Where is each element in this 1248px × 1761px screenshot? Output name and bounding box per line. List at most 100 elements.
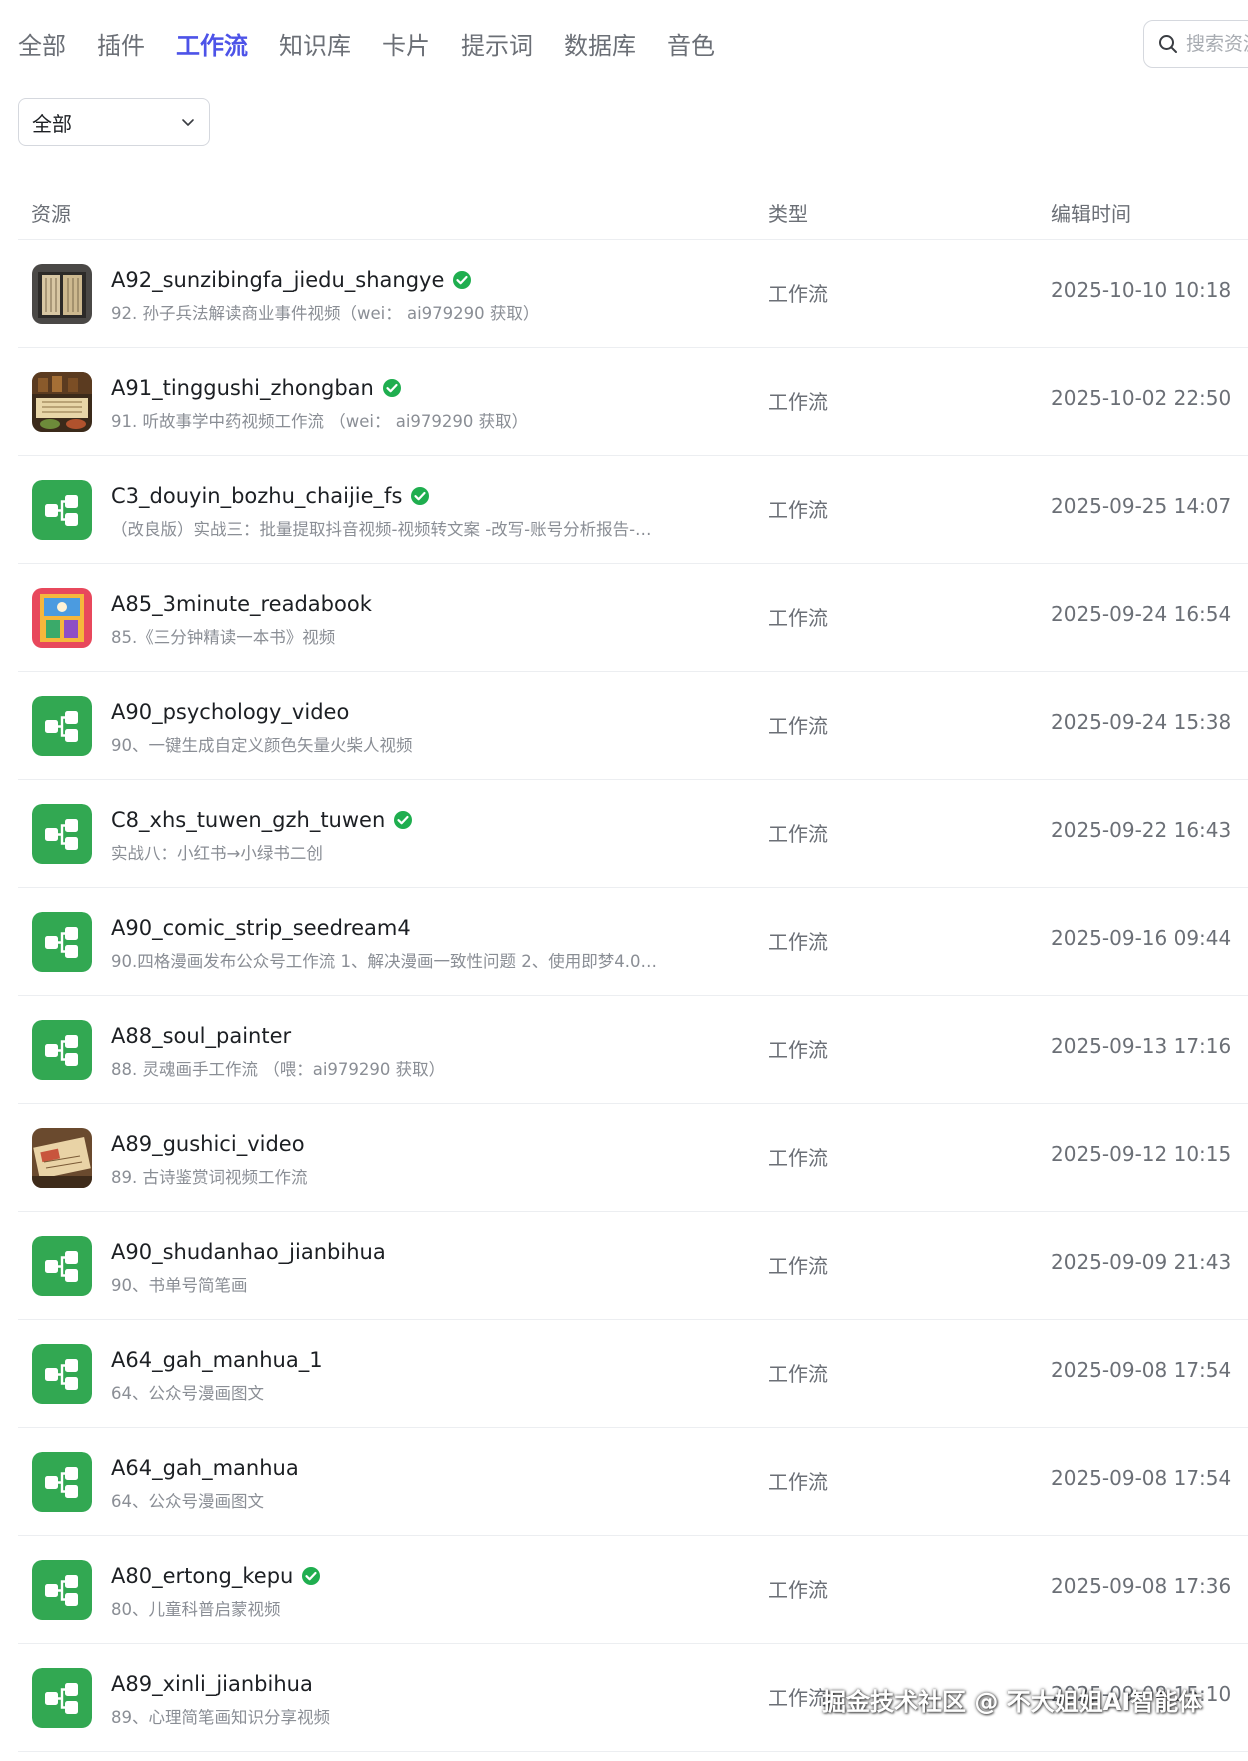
resource-thumbnail [32, 264, 92, 324]
resource-name[interactable]: A91_tinggushi_zhongban [111, 376, 374, 400]
edit-time: 2025-09-22 16:43 [1051, 818, 1232, 842]
table-header: 资源 类型 编辑时间 [18, 190, 1248, 240]
resource-name-line: A92_sunzibingfa_jiedu_shangye [111, 264, 472, 296]
resource-type: 工作流 [768, 714, 828, 738]
table-row[interactable]: A64_gah_manhua_1 64、公众号漫画图文 工作流 2025-09-08 … [18, 1320, 1248, 1428]
resource-name-line: C3_douyin_bozhu_chaijie_fs [111, 480, 430, 512]
resource-name[interactable]: A89_xinli_jianbihua [111, 1672, 313, 1696]
table-row[interactable]: A80_ertong_kepu 80、儿童科普启蒙视频 工作流 2025-09-08 … [18, 1536, 1248, 1644]
tab-item[interactable]: 知识库 [279, 26, 351, 66]
resource-name[interactable]: A64_gah_manhua_1 [111, 1348, 323, 1372]
table-row[interactable]: A90_psychology_video 90、一键生成自定义颜色矢量火柴人视频 工… [18, 672, 1248, 780]
resource-type: 工作流 [768, 282, 828, 306]
resource-type: 工作流 [768, 1578, 828, 1602]
table-row[interactable]: A91_tinggushi_zhongban 91. 听故事学中药视频工作流 （w… [18, 348, 1248, 456]
table-row[interactable]: A89_xinli_jianbihua 89、心理简笔画知识分享视频 工作流 2025… [18, 1644, 1248, 1752]
verified-check-icon [393, 810, 413, 830]
resource-type: 工作流 [768, 1362, 828, 1386]
resource-name-line: C8_xhs_tuwen_gzh_tuwen [111, 804, 413, 836]
resource-description: 88. 灵魂画手工作流 （喂：ai979290 获取） [111, 1060, 446, 1079]
resource-type: 工作流 [768, 1146, 828, 1170]
resource-type: 工作流 [768, 822, 828, 846]
tab-item[interactable]: 全部 [18, 26, 66, 66]
tab-item[interactable]: 数据库 [564, 26, 636, 66]
resource-name[interactable]: A89_gushici_video [111, 1132, 305, 1156]
edit-time: 2025-09-25 14:07 [1051, 494, 1232, 518]
resource-description: 80、儿童科普启蒙视频 [111, 1600, 281, 1619]
column-header-resource: 资源 [31, 202, 71, 226]
edit-time: 2025-09-08 15:10 [1051, 1682, 1232, 1706]
edit-time: 2025-09-13 17:16 [1051, 1034, 1232, 1058]
filter-select[interactable]: 全部 [18, 98, 210, 146]
table-row[interactable]: A88_soul_painter 88. 灵魂画手工作流 （喂：ai979290 … [18, 996, 1248, 1104]
resource-description: 91. 听故事学中药视频工作流 （wei： ai979290 获取） [111, 412, 529, 431]
resource-name[interactable]: A90_psychology_video [111, 700, 349, 724]
table-row[interactable]: A90_comic_strip_seedream4 90.四格漫画发布公众号工作流… [18, 888, 1248, 996]
resource-name[interactable]: A92_sunzibingfa_jiedu_shangye [111, 268, 444, 292]
workflow-icon [32, 696, 92, 756]
resource-type: 工作流 [768, 498, 828, 522]
edit-time: 2025-09-08 17:54 [1051, 1358, 1232, 1382]
resource-name[interactable]: A85_3minute_readabook [111, 592, 372, 616]
search-input[interactable] [1186, 33, 1248, 55]
tab-item[interactable]: 卡片 [382, 26, 430, 66]
resource-name-line: A85_3minute_readabook [111, 588, 372, 620]
filter-selected-value: 全部 [32, 111, 72, 136]
resource-type: 工作流 [768, 1470, 828, 1494]
resource-name[interactable]: A80_ertong_kepu [111, 1564, 293, 1588]
resource-name[interactable]: A90_comic_strip_seedream4 [111, 916, 411, 940]
table-row[interactable]: A85_3minute_readabook 85.《三分钟精读一本书》视频 工作流 2… [18, 564, 1248, 672]
verified-check-icon [410, 486, 430, 506]
table-row[interactable]: C8_xhs_tuwen_gzh_tuwen 实战八：小红书→小绿书二创 工作流 20… [18, 780, 1248, 888]
workflow-icon [32, 1452, 92, 1512]
resource-description: 89、心理简笔画知识分享视频 [111, 1708, 330, 1727]
edit-time: 2025-10-10 10:18 [1051, 278, 1232, 302]
table-row[interactable]: A64_gah_manhua 64、公众号漫画图文 工作流 2025-09-08 17… [18, 1428, 1248, 1536]
resource-name[interactable]: A88_soul_painter [111, 1024, 291, 1048]
resource-name-line: A89_xinli_jianbihua [111, 1668, 313, 1700]
column-header-type: 类型 [768, 202, 808, 226]
workflow-icon [32, 912, 92, 972]
edit-time: 2025-09-16 09:44 [1051, 926, 1232, 950]
edit-time: 2025-09-09 21:43 [1051, 1250, 1232, 1274]
resource-name[interactable]: C3_douyin_bozhu_chaijie_fs [111, 484, 402, 508]
resource-name[interactable]: A64_gah_manhua [111, 1456, 299, 1480]
resource-description: 90、一键生成自定义颜色矢量火柴人视频 [111, 736, 413, 755]
resource-type-tabs: 全部 插件 工作流 知识库 卡片 提示词 数据库 音色 [18, 26, 746, 66]
resource-type: 工作流 [768, 1686, 828, 1710]
table-row[interactable]: A89_gushici_video 89. 古诗鉴赏词视频工作流 工作流 2025-0… [18, 1104, 1248, 1212]
search-icon [1159, 35, 1177, 53]
workflow-icon [32, 1020, 92, 1080]
workflow-icon [32, 480, 92, 540]
workflow-icon [32, 1560, 92, 1620]
resource-name-line: A80_ertong_kepu [111, 1560, 321, 1592]
tab-item[interactable]: 提示词 [461, 26, 533, 66]
resource-name[interactable]: C8_xhs_tuwen_gzh_tuwen [111, 808, 385, 832]
edit-time: 2025-09-24 15:38 [1051, 710, 1232, 734]
resource-description: 85.《三分钟精读一本书》视频 [111, 628, 336, 647]
workflow-icon [32, 804, 92, 864]
resource-description: （改良版）实战三：批量提取抖音视频-视频转文案 -改写-账号分析报告-… [111, 520, 652, 539]
table-row[interactable]: A92_sunzibingfa_jiedu_shangye 92. 孙子兵法解读商… [18, 240, 1248, 348]
table-row[interactable]: C3_douyin_bozhu_chaijie_fs （改良版）实战三：批量提取抖… [18, 456, 1248, 564]
workflow-icon [32, 1344, 92, 1404]
search-box[interactable] [1143, 20, 1248, 68]
resource-description: 90.四格漫画发布公众号工作流 1、解决漫画一致性问题 2、使用即梦4.0… [111, 952, 657, 971]
resource-name-line: A90_shudanhao_jianbihua [111, 1236, 386, 1268]
table-row[interactable]: A90_shudanhao_jianbihua 90、书单号简笔画 工作流 2025-… [18, 1212, 1248, 1320]
resource-description: 64、公众号漫画图文 [111, 1492, 264, 1511]
verified-check-icon [382, 378, 402, 398]
resource-thumbnail [32, 372, 92, 432]
workflow-icon [32, 1668, 92, 1728]
resource-type: 工作流 [768, 606, 828, 630]
resource-name-line: A91_tinggushi_zhongban [111, 372, 402, 404]
resource-description: 92. 孙子兵法解读商业事件视频（wei： ai979290 获取） [111, 304, 540, 323]
resource-name[interactable]: A90_shudanhao_jianbihua [111, 1240, 386, 1264]
resource-name-line: A90_psychology_video [111, 696, 349, 728]
tab-item[interactable]: 工作流 [176, 26, 248, 66]
tab-item[interactable]: 音色 [667, 26, 715, 66]
resource-thumbnail [32, 588, 92, 648]
resource-type: 工作流 [768, 930, 828, 954]
resource-description: 90、书单号简笔画 [111, 1276, 248, 1295]
tab-item[interactable]: 插件 [97, 26, 145, 66]
